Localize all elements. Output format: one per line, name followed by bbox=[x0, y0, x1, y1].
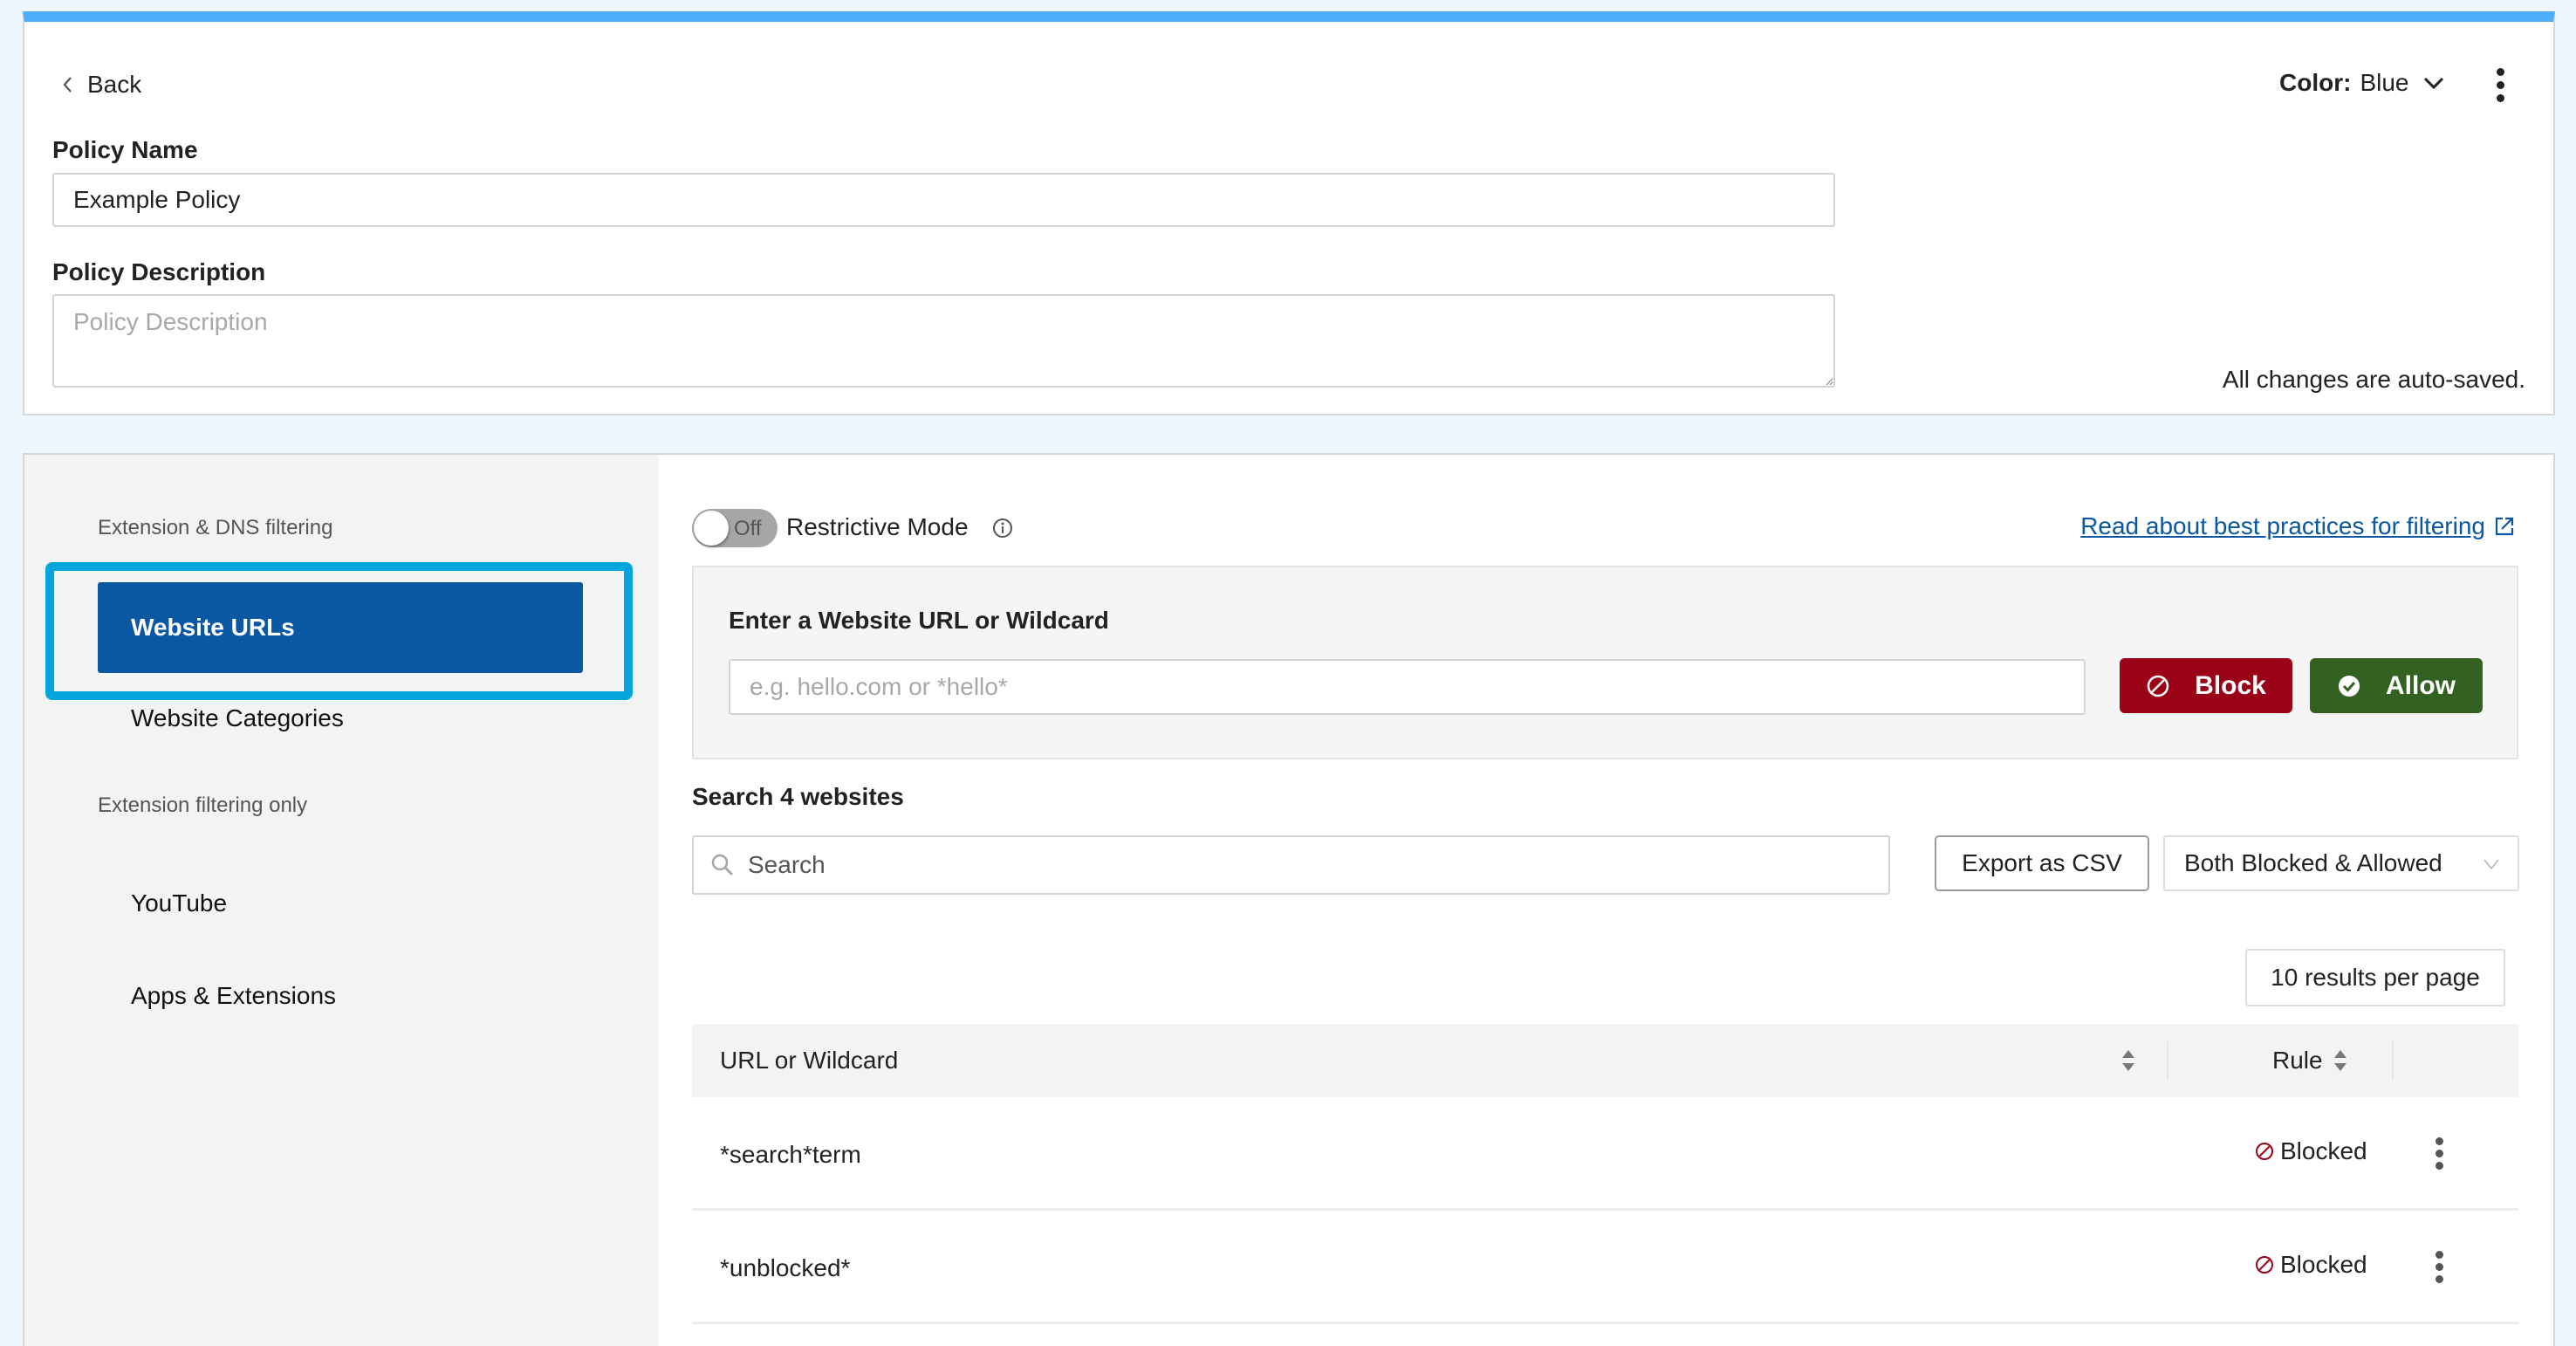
rule-status: Blocked bbox=[2254, 1251, 2367, 1279]
export-csv-button[interactable]: Export as CSV bbox=[1935, 835, 2149, 891]
color-value: Blue bbox=[2360, 69, 2409, 96]
filter-sidebar: Extension & DNS filtering Website URLs W… bbox=[24, 455, 659, 1346]
row-actions-button[interactable] bbox=[2429, 1136, 2449, 1171]
color-dropdown[interactable]: Color: Blue bbox=[2279, 69, 2445, 97]
add-url-label: Enter a Website URL or Wildcard bbox=[729, 607, 1109, 634]
sort-icon bbox=[2333, 1050, 2346, 1071]
back-label: Back bbox=[87, 71, 142, 98]
chevron-down-icon bbox=[2484, 859, 2499, 870]
allow-button[interactable]: Allow bbox=[2310, 658, 2483, 713]
toggle-state: Off bbox=[734, 517, 762, 540]
url-wildcard-input[interactable] bbox=[729, 659, 2086, 715]
restrictive-mode-label: Restrictive Mode bbox=[786, 513, 969, 540]
best-practices-link[interactable]: Read about best practices for filtering bbox=[2080, 512, 2515, 540]
policy-name-label: Policy Name bbox=[52, 136, 198, 163]
color-label: Color: bbox=[2279, 69, 2352, 96]
rule-filter-select[interactable]: Both Blocked & Allowed bbox=[2163, 835, 2519, 891]
kebab-dot bbox=[2435, 1274, 2443, 1283]
check-circle-icon bbox=[2339, 675, 2360, 697]
search-heading: Search 4 websites bbox=[692, 783, 904, 810]
row-actions-button[interactable] bbox=[2429, 1249, 2449, 1284]
search-input[interactable] bbox=[748, 851, 1839, 879]
block-label: Block bbox=[2195, 670, 2266, 700]
sidebar-item-website-urls[interactable]: Website URLs bbox=[98, 582, 583, 673]
row-url: *search*term bbox=[720, 1141, 861, 1168]
allow-label: Allow bbox=[2386, 670, 2456, 700]
column-divider bbox=[2167, 1041, 2168, 1080]
block-button[interactable]: Block bbox=[2120, 658, 2292, 713]
sidebar-item-label: Website URLs bbox=[131, 614, 295, 641]
column-header-rule-label: Rule bbox=[2272, 1047, 2323, 1074]
column-header-rule[interactable]: Rule bbox=[2272, 1047, 2349, 1075]
rule-label: Blocked bbox=[2280, 1137, 2367, 1164]
kebab-dot bbox=[2496, 80, 2504, 89]
rule-status: Blocked bbox=[2254, 1137, 2367, 1165]
sidebar-item-website-categories[interactable]: Website Categories bbox=[131, 704, 344, 732]
block-icon bbox=[2147, 675, 2169, 697]
back-button[interactable]: Back bbox=[61, 71, 141, 99]
rule-label: Blocked bbox=[2280, 1251, 2367, 1278]
blocked-icon bbox=[2256, 1143, 2273, 1160]
kebab-dot bbox=[2435, 1250, 2443, 1259]
info-icon[interactable] bbox=[991, 517, 1014, 539]
kebab-dot bbox=[2496, 93, 2504, 102]
sidebar-item-apps-extensions[interactable]: Apps & Extensions bbox=[131, 982, 336, 1010]
kebab-dot bbox=[2435, 1149, 2443, 1157]
filter-settings-card: Extension & DNS filtering Website URLs W… bbox=[23, 453, 2555, 1346]
sidebar-heading-extension-dns: Extension & DNS filtering bbox=[98, 516, 333, 539]
table-row: *search*term Blocked bbox=[692, 1097, 2518, 1211]
chevron-down-icon bbox=[2424, 77, 2444, 90]
filter-selected-value: Both Blocked & Allowed bbox=[2184, 849, 2442, 876]
autosave-status: All changes are auto-saved. bbox=[2222, 366, 2525, 393]
column-header-url[interactable]: URL or Wildcard bbox=[720, 1047, 898, 1075]
kebab-dot bbox=[2496, 67, 2504, 76]
kebab-dot bbox=[2435, 1161, 2443, 1170]
column-divider bbox=[2392, 1041, 2394, 1080]
kebab-dot bbox=[2435, 1137, 2443, 1145]
kebab-dot bbox=[2435, 1262, 2443, 1271]
sidebar-item-youtube[interactable]: YouTube bbox=[131, 889, 227, 917]
blocked-icon bbox=[2256, 1256, 2273, 1274]
restrictive-mode-toggle[interactable]: Off bbox=[692, 509, 778, 547]
external-link-icon bbox=[2495, 517, 2514, 536]
websites-table: URL or Wildcard Rule *search*term Blocke… bbox=[692, 1024, 2518, 1324]
chevron-left-icon bbox=[63, 77, 72, 93]
results-per-page-select[interactable]: 10 results per page bbox=[2245, 949, 2505, 1006]
policy-description-input[interactable] bbox=[52, 294, 1835, 388]
sort-icon[interactable] bbox=[2120, 1047, 2137, 1075]
table-header: URL or Wildcard Rule bbox=[692, 1024, 2518, 1097]
link-label: Read about best practices for filtering bbox=[2080, 512, 2485, 539]
search-field[interactable] bbox=[692, 835, 1890, 895]
row-url: *unblocked* bbox=[720, 1254, 851, 1281]
policy-description-label: Policy Description bbox=[52, 258, 266, 285]
policy-name-input[interactable] bbox=[52, 173, 1835, 227]
policy-header-card: Back Color: Blue Policy Name Policy Desc… bbox=[23, 11, 2555, 415]
search-icon bbox=[711, 854, 734, 876]
sidebar-heading-extension-only: Extension filtering only bbox=[98, 793, 308, 817]
toggle-knob bbox=[694, 511, 729, 546]
table-row: *unblocked* Blocked bbox=[692, 1211, 2518, 1324]
add-url-panel: Enter a Website URL or Wildcard Block Al… bbox=[692, 566, 2518, 759]
more-options-button[interactable] bbox=[2487, 64, 2513, 106]
